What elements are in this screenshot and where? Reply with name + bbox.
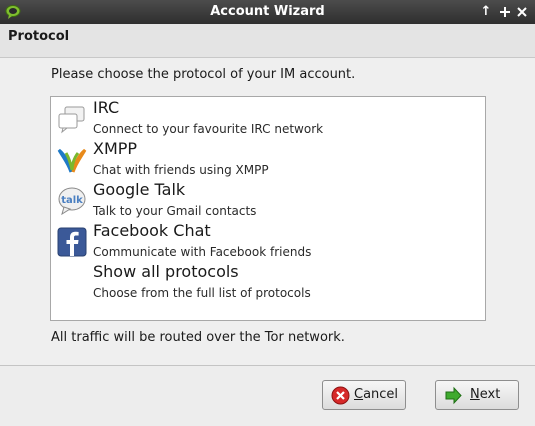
up-arrow-icon[interactable]: ↑	[478, 3, 494, 21]
page-title: Protocol	[8, 29, 70, 44]
xmpp-icon	[57, 148, 87, 173]
svg-text:talk: talk	[61, 195, 83, 206]
next-button[interactable]: Next	[435, 380, 519, 410]
next-arrow-icon	[445, 386, 462, 405]
protocol-item-google-talk[interactable]: talk Google Talk Talk to your Gmail cont…	[51, 179, 485, 220]
protocol-list[interactable]: IRC Connect to your favourite IRC networ…	[50, 96, 486, 321]
facebook-icon	[57, 227, 87, 257]
protocol-item-facebook-chat[interactable]: Facebook Chat Communicate with Facebook …	[51, 220, 485, 261]
protocol-description: Connect to your favourite IRC network	[93, 122, 324, 136]
account-wizard-window: Account Wizard ↑ Protocol Please choose …	[0, 0, 535, 426]
protocol-name: Show all protocols	[93, 262, 239, 281]
cancel-icon	[331, 386, 350, 405]
wizard-content: Please choose the protocol of your IM ac…	[0, 58, 535, 366]
google-talk-icon: talk	[58, 187, 86, 216]
protocol-description: Chat with friends using XMPP	[93, 163, 269, 177]
protocol-item-xmpp[interactable]: XMPP Chat with friends using XMPP	[51, 138, 485, 179]
protocol-item-irc[interactable]: IRC Connect to your favourite IRC networ…	[51, 97, 485, 138]
cancel-label: Cancel	[354, 387, 399, 402]
chat-bubbles-icon	[58, 106, 85, 134]
page-header: Protocol	[0, 24, 535, 58]
window-title: Account Wizard	[210, 4, 325, 19]
title-bar[interactable]: Account Wizard ↑	[0, 0, 535, 24]
maximize-icon[interactable]	[497, 3, 513, 21]
protocol-name: Google Talk	[93, 180, 186, 199]
protocol-description: Choose from the full list of protocols	[93, 286, 311, 300]
protocol-description: Talk to your Gmail contacts	[93, 204, 257, 218]
close-icon[interactable]	[514, 3, 530, 21]
protocol-name: IRC	[93, 98, 120, 117]
protocol-prompt: Please choose the protocol of your IM ac…	[51, 67, 356, 82]
protocol-name: XMPP	[93, 139, 138, 158]
protocol-name: Facebook Chat	[93, 221, 211, 240]
cancel-button[interactable]: Cancel	[322, 380, 406, 410]
next-label: Next	[470, 387, 501, 402]
protocol-item-show-all[interactable]: Show all protocols Choose from the full …	[51, 261, 485, 302]
protocol-description: Communicate with Facebook friends	[93, 245, 312, 259]
tor-notice: All traffic will be routed over the Tor …	[51, 330, 345, 345]
